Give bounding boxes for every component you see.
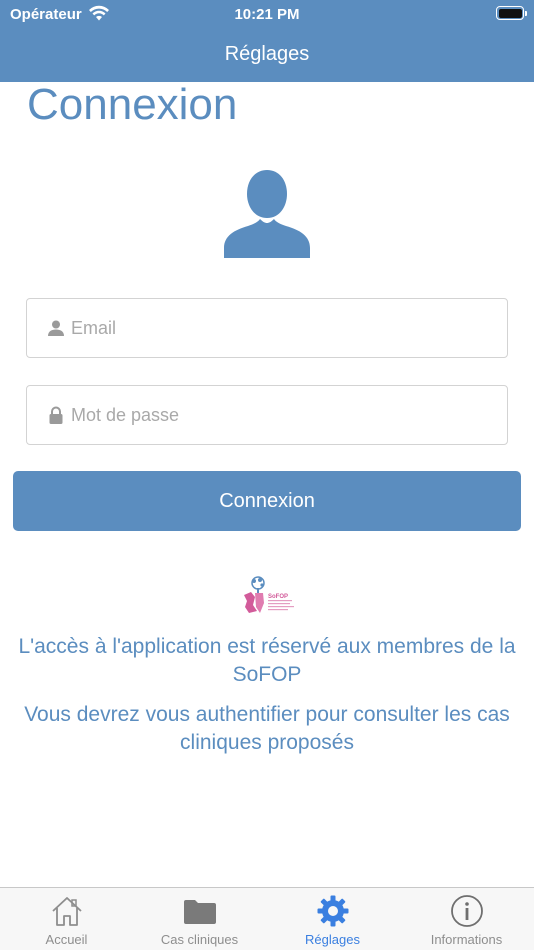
email-input[interactable]	[71, 299, 491, 357]
info-icon	[450, 895, 483, 927]
sofop-logo: SoFOP	[244, 576, 294, 613]
map-shape-icon	[244, 592, 257, 613]
tab-bar: Accueil Cas cliniques Réglages Informati…	[0, 887, 534, 950]
tab-informations[interactable]: Informations	[399, 888, 534, 950]
battery-icon	[496, 6, 527, 20]
login-button[interactable]: Connexion	[13, 471, 521, 531]
status-time: 10:21 PM	[234, 6, 300, 23]
tab-label: Cas cliniques	[160, 932, 239, 947]
home-icon	[51, 897, 82, 926]
password-field[interactable]	[26, 385, 508, 445]
tab-label: Réglages	[305, 932, 360, 947]
folder-icon	[183, 900, 216, 924]
password-input[interactable]	[71, 386, 491, 444]
page-title: Connexion	[27, 80, 238, 129]
logo-text: SoFOP	[268, 594, 288, 600]
navigation-header: Opérateur 10:21 PM Réglages	[0, 0, 534, 82]
tab-label: Accueil	[45, 932, 88, 947]
user-icon	[48, 320, 64, 336]
tab-reglages[interactable]: Réglages	[266, 888, 399, 950]
nav-title: Réglages	[224, 43, 310, 65]
email-field[interactable]	[26, 298, 508, 358]
tab-accueil[interactable]: Accueil	[0, 888, 133, 950]
lock-icon	[49, 406, 63, 424]
auth-notice: Vous devrez vous authentifier pour consu…	[24, 703, 510, 754]
gear-icon	[317, 895, 348, 927]
tab-cas-cliniques[interactable]: Cas cliniques	[133, 888, 266, 950]
tab-label: Informations	[430, 932, 503, 947]
access-notice: L'accès à l'application est réservé aux …	[18, 635, 516, 686]
status-bar: Opérateur 10:21 PM	[0, 0, 534, 30]
user-avatar-icon	[224, 170, 310, 258]
